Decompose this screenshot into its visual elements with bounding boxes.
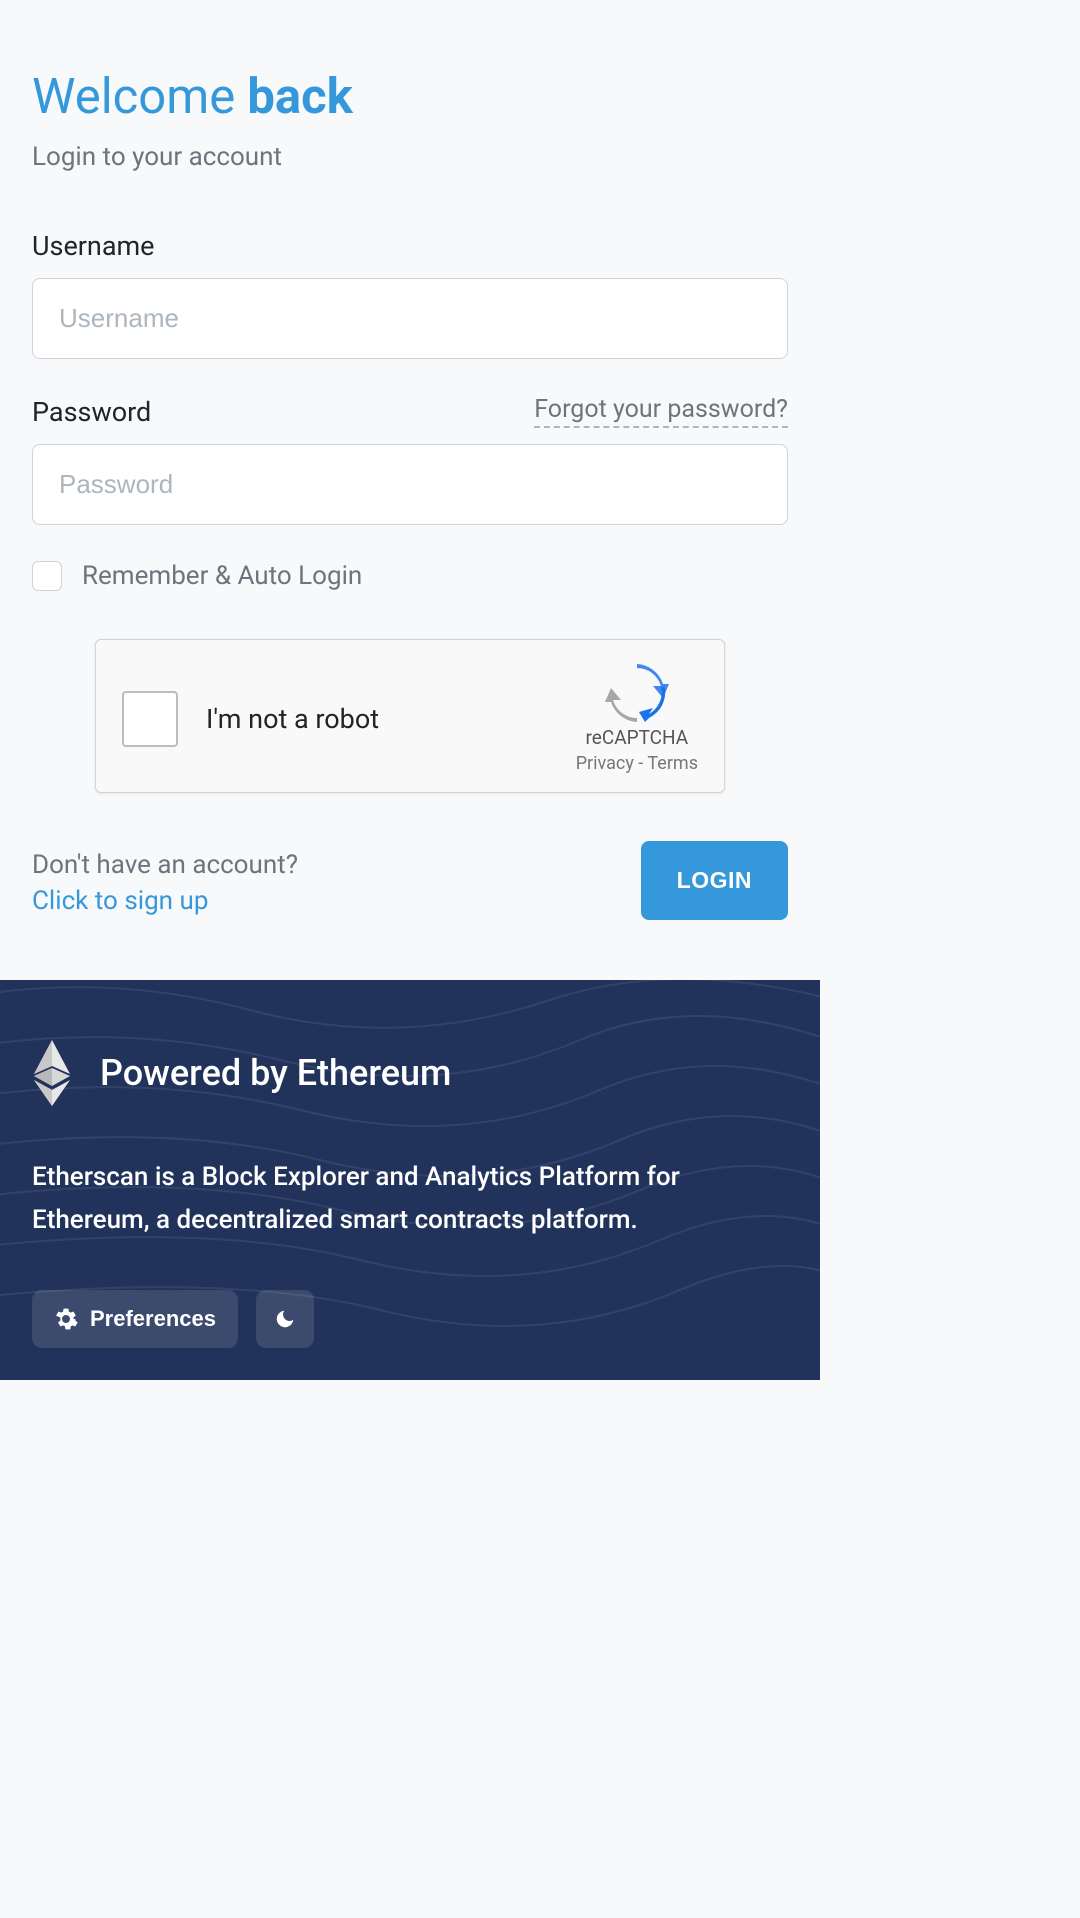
title-part-1: Welcome [32,68,247,125]
footer-description: Etherscan is a Block Explorer and Analyt… [32,1156,788,1242]
page-title: Welcome back [32,70,788,124]
recaptcha-checkbox[interactable] [122,691,178,747]
recaptcha-brand: reCAPTCHA [586,726,689,749]
recaptcha-icon [605,664,669,722]
subtitle: Login to your account [32,142,788,172]
signup-prompt: Don't have an account? [32,845,298,887]
recaptcha-terms-link[interactable]: Terms [647,753,698,774]
login-button[interactable]: LOGIN [641,841,788,920]
preferences-label: Preferences [90,1306,216,1332]
recaptcha-privacy-link[interactable]: Privacy [576,753,634,774]
ethereum-icon [32,1040,72,1106]
recaptcha-separator: - [634,753,648,774]
username-input[interactable] [32,278,788,359]
remember-checkbox[interactable] [32,561,62,591]
remember-label: Remember & Auto Login [82,561,362,591]
password-label: Password [32,396,151,428]
password-input[interactable] [32,444,788,525]
moon-icon [274,1308,296,1330]
recaptcha-widget: I'm not a robot reCAPTCHA Privacy - Term… [95,639,725,793]
gear-icon [54,1307,78,1331]
footer: Powered by Ethereum Etherscan is a Block… [0,980,820,1380]
recaptcha-links: Privacy - Terms [576,753,698,774]
username-label: Username [32,230,155,262]
recaptcha-text: I'm not a robot [206,703,379,735]
footer-title: Powered by Ethereum [100,1052,451,1094]
preferences-button[interactable]: Preferences [32,1290,238,1348]
forgot-password-link[interactable]: Forgot your password? [534,395,788,428]
signup-link[interactable]: Click to sign up [32,886,208,916]
title-part-2: back [247,68,353,125]
theme-toggle-button[interactable] [256,1290,314,1348]
